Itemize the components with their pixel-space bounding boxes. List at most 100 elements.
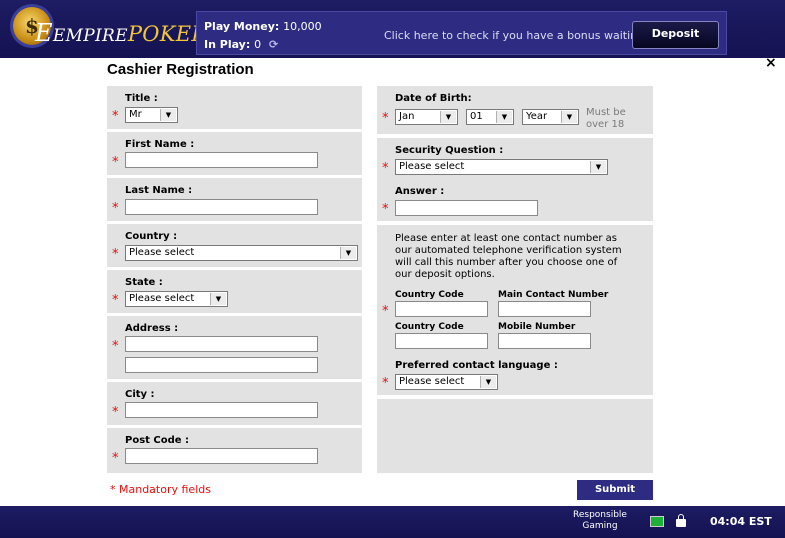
- contact-instructions-line: our deposit options.: [395, 269, 495, 280]
- contact-instructions-line: our automated telephone verification sys…: [395, 245, 622, 256]
- in-play-label: In Play:: [204, 38, 251, 51]
- required-mark: *: [112, 109, 119, 124]
- mobile-label: Mobile Number: [498, 322, 576, 332]
- contact-panel: Please enter at least one contact number…: [377, 225, 653, 395]
- required-mark: *: [382, 202, 389, 217]
- post-code-panel: Post Code : *: [107, 428, 362, 473]
- address-line2-input[interactable]: [125, 357, 318, 373]
- responsible-line1: Responsible: [573, 510, 627, 520]
- city-label: City :: [125, 389, 155, 400]
- chevron-down-icon: ▼: [590, 161, 606, 173]
- logo-text: EEMPIREPOKER: [35, 19, 208, 47]
- first-name-label: First Name :: [125, 139, 195, 150]
- required-mark: *: [112, 339, 119, 354]
- language-label: Preferred contact language :: [395, 360, 558, 371]
- chevron-down-icon: ▼: [496, 111, 512, 123]
- age-note-line2: over 18: [586, 119, 625, 130]
- title-label: Title :: [125, 93, 158, 104]
- chevron-down-icon: ▼: [210, 293, 226, 305]
- language-select[interactable]: Please select ▼: [395, 374, 498, 390]
- chevron-down-icon: ▼: [440, 111, 456, 123]
- last-name-label: Last Name :: [125, 185, 193, 196]
- deposit-button[interactable]: Deposit: [632, 21, 719, 49]
- dob-day-select[interactable]: 01 ▼: [466, 109, 514, 125]
- page-title: Cashier Registration: [107, 61, 254, 78]
- country-code-label: Country Code: [395, 290, 464, 300]
- address-line1-input[interactable]: [125, 336, 318, 352]
- in-play-row: In Play: 0 ⟳: [204, 38, 279, 51]
- country-select[interactable]: Please select ▼: [125, 245, 358, 261]
- state-label: State :: [125, 277, 163, 288]
- address-label: Address :: [125, 323, 179, 334]
- in-play-value: 0: [254, 38, 262, 51]
- dob-month-value: Jan: [399, 111, 415, 122]
- dob-panel: Date of Birth: * Jan ▼ 01 ▼ Year ▼ Must …: [377, 86, 653, 134]
- responsible-line2: Gaming: [582, 521, 618, 531]
- language-select-value: Please select: [399, 376, 465, 387]
- first-name-input[interactable]: [125, 152, 318, 168]
- dob-label: Date of Birth:: [395, 93, 472, 104]
- security-question-value: Please select: [399, 161, 465, 172]
- play-money-value: 10,000: [283, 20, 322, 33]
- play-money-label: Play Money:: [204, 20, 280, 33]
- lock-icon[interactable]: [676, 514, 686, 527]
- state-select[interactable]: Please select ▼: [125, 291, 228, 307]
- security-question-label: Security Question :: [395, 145, 504, 156]
- play-money-row: Play Money: 10,000: [204, 20, 322, 33]
- chevron-down-icon: ▼: [340, 247, 356, 259]
- required-mark: *: [382, 376, 389, 391]
- state-panel: State : * Please select ▼: [107, 270, 362, 313]
- required-mark: *: [112, 201, 119, 216]
- contact-instructions-line: will call this number after you choose o…: [395, 257, 618, 268]
- title-select[interactable]: Mr ▼: [125, 107, 178, 123]
- contact-instructions-line: Please enter at least one contact number…: [395, 233, 618, 244]
- bottom-bar: Responsible Gaming 04:04 EST: [0, 506, 785, 538]
- required-mark: *: [112, 451, 119, 466]
- mobile-country-code-input[interactable]: [395, 333, 488, 349]
- title-panel: Title : * Mr ▼: [107, 86, 362, 129]
- city-panel: City : *: [107, 382, 362, 425]
- submit-button[interactable]: Submit: [577, 480, 653, 500]
- post-code-input[interactable]: [125, 448, 318, 464]
- empire-poker-logo: $ EEMPIREPOKER: [11, 5, 207, 53]
- required-mark: *: [382, 111, 389, 126]
- clock: 04:04 EST: [710, 515, 772, 528]
- responsible-gaming-link[interactable]: Responsible Gaming: [560, 510, 640, 532]
- mandatory-note: * Mandatory fields: [110, 483, 211, 496]
- last-name-input[interactable]: [125, 199, 318, 215]
- post-code-label: Post Code :: [125, 435, 190, 446]
- dob-year-select[interactable]: Year ▼: [522, 109, 579, 125]
- chevron-down-icon: ▼: [480, 376, 496, 388]
- state-select-value: Please select: [129, 293, 195, 304]
- age-note: Must be over 18: [586, 107, 626, 131]
- answer-label: Answer :: [395, 186, 445, 197]
- title-select-value: Mr: [129, 109, 142, 120]
- bonus-check-link[interactable]: Click here to check if you have a bonus …: [384, 29, 648, 42]
- country-label: Country :: [125, 231, 178, 242]
- logo-word-empire: EMPIRE: [52, 26, 128, 46]
- main-contact-number-input[interactable]: [498, 301, 591, 317]
- age-note-line1: Must be: [586, 107, 626, 118]
- dob-year-value: Year: [526, 111, 548, 122]
- refresh-icon[interactable]: ⟳: [269, 39, 279, 50]
- spacer-panel: [377, 399, 653, 473]
- last-name-panel: Last Name : *: [107, 178, 362, 221]
- country-panel: Country : * Please select ▼: [107, 224, 362, 267]
- main-country-code-input[interactable]: [395, 301, 488, 317]
- chevron-down-icon: ▼: [561, 111, 577, 123]
- chevron-down-icon: ▼: [160, 109, 176, 121]
- first-name-panel: First Name : *: [107, 132, 362, 175]
- dob-month-select[interactable]: Jan ▼: [395, 109, 458, 125]
- mobile-number-input[interactable]: [498, 333, 591, 349]
- account-panel: Play Money: 10,000 In Play: 0 ⟳ Click he…: [196, 11, 727, 55]
- monitor-icon[interactable]: [650, 516, 664, 527]
- answer-input[interactable]: [395, 200, 538, 216]
- close-icon[interactable]: ×: [765, 55, 777, 71]
- required-mark: *: [112, 405, 119, 420]
- security-question-select[interactable]: Please select ▼: [395, 159, 608, 175]
- required-mark: *: [112, 247, 119, 262]
- city-input[interactable]: [125, 402, 318, 418]
- contact-instructions: Please enter at least one contact number…: [395, 233, 622, 281]
- top-bar: $ EEMPIREPOKER Play Money: 10,000 In Pla…: [0, 0, 785, 58]
- country-select-value: Please select: [129, 247, 195, 258]
